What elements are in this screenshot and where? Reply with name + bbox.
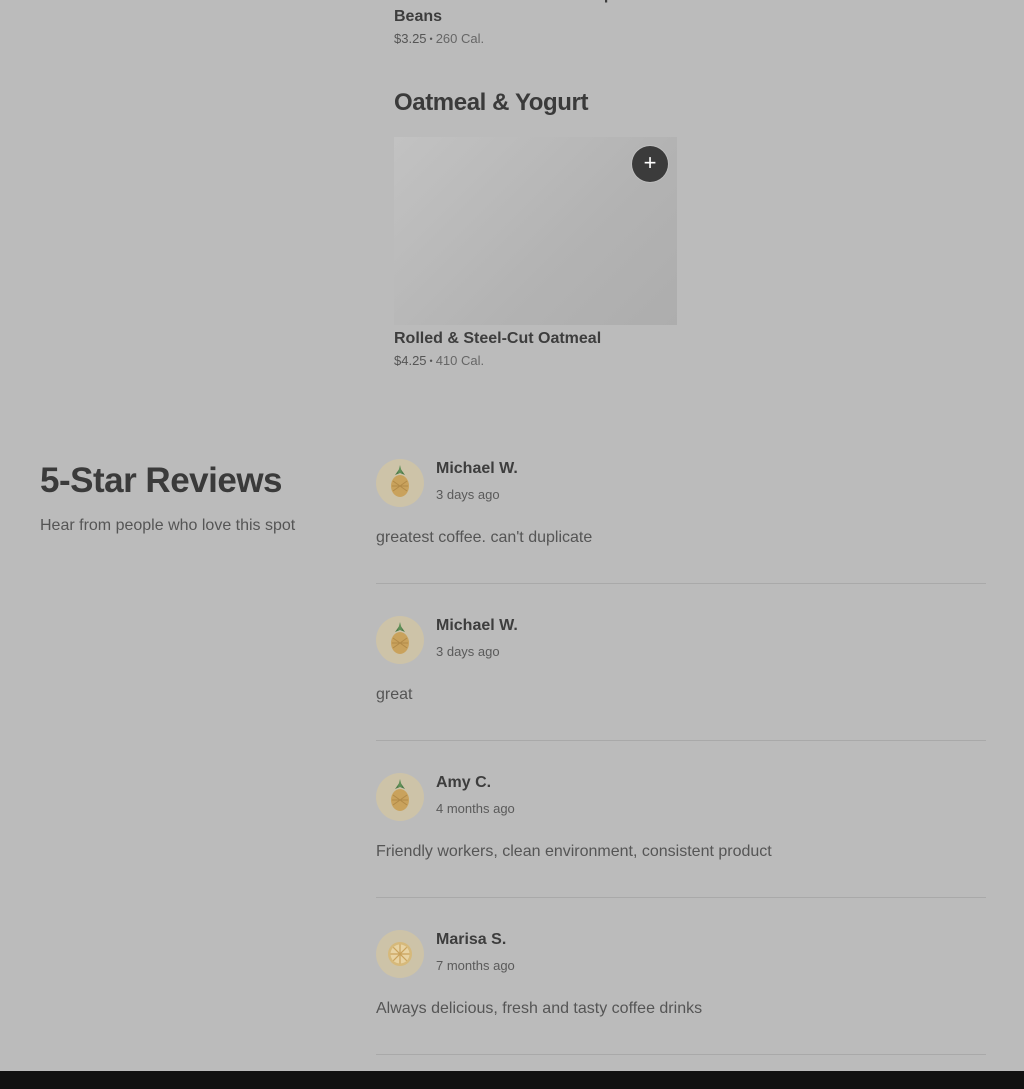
reviewer-name: Michael W. — [436, 460, 518, 477]
review-date: 3 days ago — [436, 487, 500, 502]
separator: • — [429, 356, 433, 366]
price: $4.25 — [394, 353, 427, 368]
menu-item-meta: $4.25 • 410 Cal. — [394, 353, 484, 368]
reviewer-name: Michael W. — [436, 617, 518, 634]
reviews-title: 5-Star Reviews — [40, 461, 283, 500]
review-date: 3 days ago — [436, 644, 500, 659]
divider — [376, 740, 986, 741]
reviews-subtitle: Hear from people who love this spot — [40, 517, 296, 534]
pineapple-icon — [391, 465, 409, 497]
review-text: Friendly workers, clean environment, con… — [376, 843, 772, 860]
review-date: 7 months ago — [436, 958, 515, 973]
review-date: 4 months ago — [436, 801, 515, 816]
review-text: Always delicious, fresh and tasty coffee… — [376, 1000, 703, 1017]
review-text: greatest coffee. can't duplicate — [376, 529, 593, 546]
reviewer-avatar — [376, 930, 424, 978]
divider — [376, 583, 986, 584]
citrus-slice-icon — [388, 942, 412, 966]
review-card: Michael W. 3 days ago great — [376, 616, 986, 773]
reviewer-name: Marisa S. — [436, 931, 507, 948]
reviewer-avatar — [376, 773, 424, 821]
calories: 260 Cal. — [435, 31, 485, 46]
review-card: Michael W. 3 days ago greatest coffee. c… — [376, 459, 986, 616]
review-text: great — [376, 686, 413, 703]
menu-item-title[interactable]: Rolled & Steel-Cut Oatmeal — [394, 328, 684, 350]
calories: 410 Cal. — [435, 353, 485, 368]
section-title: Oatmeal & Yogurt — [394, 89, 589, 116]
review-card: Amy C. 4 months ago Friendly workers, cl… — [376, 773, 986, 930]
reviewer-avatar — [376, 616, 424, 664]
separator: • — [429, 34, 433, 44]
pineapple-icon — [391, 622, 409, 654]
divider — [376, 1054, 986, 1055]
review-card: Marisa S. 7 months ago Always delicious,… — [376, 930, 986, 1087]
divider — [376, 897, 986, 898]
add-item-button[interactable]: + — [632, 146, 668, 182]
price: $3.25 — [394, 31, 427, 46]
menu-item-meta-top: $3.25 • 260 Cal. — [394, 31, 484, 46]
pineapple-icon — [391, 779, 409, 811]
menu-item-title-top[interactable]: Dark Chocolate Covered Espresso Beans — [394, 0, 684, 28]
reviewer-avatar — [376, 459, 424, 507]
reviewer-name: Amy C. — [436, 774, 492, 791]
footer-bar — [0, 1071, 1024, 1089]
